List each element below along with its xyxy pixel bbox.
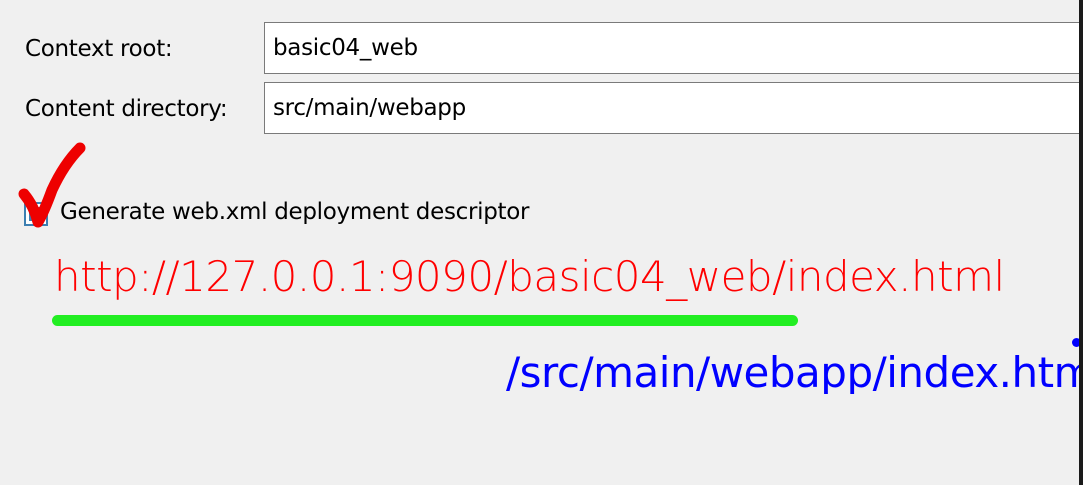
context-root-input[interactable] <box>264 22 1083 74</box>
content-directory-label: Content directory: <box>25 96 228 122</box>
window-edge <box>1079 0 1083 485</box>
annotation-url-red: http://127.0.0.1:9090/basic04_web/index.… <box>54 252 1005 301</box>
generate-webxml-label[interactable]: Generate web.xml deployment descriptor <box>60 201 529 224</box>
content-directory-input[interactable] <box>264 82 1083 134</box>
green-underline-mark <box>52 315 798 326</box>
red-checkmark-icon <box>18 142 86 228</box>
annotation-url-blue: /src/main/webapp/index.html <box>506 352 1083 394</box>
context-root-label: Context root: <box>25 36 173 62</box>
